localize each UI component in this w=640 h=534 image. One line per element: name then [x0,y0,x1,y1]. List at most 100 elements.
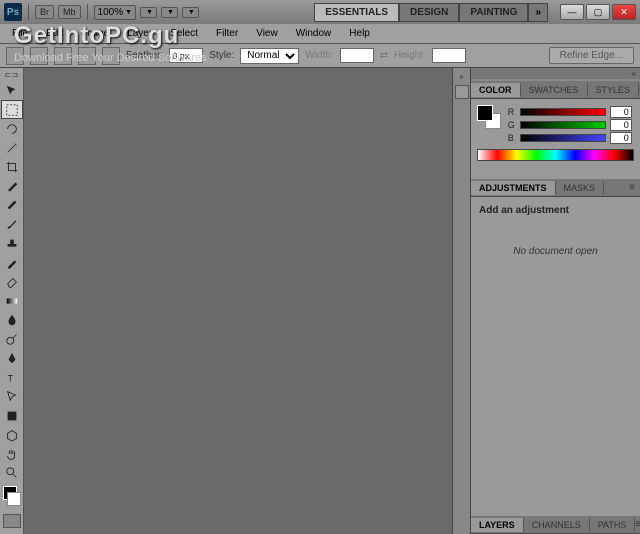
blur-tool-icon[interactable] [1,310,23,329]
move-tool-icon[interactable] [1,81,23,100]
shape-tool-icon[interactable] [1,406,23,425]
menu-bar: File Edit Image Layer Select Filter View… [0,24,640,44]
b-input[interactable] [610,132,632,144]
b-slider[interactable] [520,134,606,142]
arrange-dropdown[interactable]: ▼ [161,7,178,18]
width-input [340,48,374,63]
adjustments-panel: Add an adjustment No document open [471,197,640,516]
tab-adjustments[interactable]: ADJUSTMENTS [471,181,556,195]
collapsed-panel-strip: » [452,68,470,534]
strip-expand-icon[interactable]: » [459,72,463,81]
dodge-tool-icon[interactable] [1,330,23,349]
adjustments-title: Add an adjustment [479,205,632,216]
type-tool-icon[interactable]: T [1,368,23,387]
quickmask-icon[interactable] [3,514,21,527]
hand-tool-dropdown[interactable]: ▼ [140,7,157,18]
menu-layer[interactable]: Layer [119,26,160,41]
close-button[interactable]: ✕ [612,4,636,20]
g-slider[interactable] [520,121,606,129]
lasso-tool-icon[interactable] [1,119,23,138]
fg-color-swatch[interactable] [477,105,493,121]
minimize-button[interactable]: — [560,4,584,20]
wand-tool-icon[interactable] [1,138,23,157]
menu-filter[interactable]: Filter [208,26,246,41]
path-tool-icon[interactable] [1,387,23,406]
zoom-dropdown[interactable]: 100%▼ [94,5,137,20]
eyedropper-tool-icon[interactable] [1,177,23,196]
feather-input[interactable] [169,48,203,63]
heal-tool-icon[interactable] [1,196,23,215]
options-bar: Feather: Style: Normal Width: ⇄ Height: … [0,44,640,68]
menu-image[interactable]: Image [73,26,117,41]
layers-panel-header: LAYERS CHANNELS PATHS ≡ [471,516,640,534]
color-panel-header: COLOR SWATCHES STYLES ≡ [471,81,640,99]
bridge-button[interactable]: Br [35,5,54,19]
r-label: R [508,107,516,117]
selection-new-icon[interactable] [30,47,48,65]
pen-tool-icon[interactable] [1,349,23,368]
style-select[interactable]: Normal [240,48,299,64]
g-label: G [508,120,516,130]
selection-intersect-icon[interactable] [102,47,120,65]
minibridge-button[interactable]: Mb [58,5,81,19]
layers-panel-menu-icon[interactable]: ≡ [635,519,640,530]
tab-color[interactable]: COLOR [471,83,521,97]
workspace-tab-essentials[interactable]: ESSENTIALS [314,3,399,22]
refine-edge-button[interactable]: Refine Edge... [549,47,634,64]
g-input[interactable] [610,119,632,131]
history-panel-icon[interactable] [455,85,469,99]
workspace-tabs: ESSENTIALS DESIGN PAINTING » [314,3,548,22]
tool-preset-icon[interactable] [6,47,24,65]
tab-swatches[interactable]: SWATCHES [521,83,588,97]
selection-subtract-icon[interactable] [78,47,96,65]
background-swatch[interactable] [7,492,21,506]
height-label: Height: [394,50,426,61]
3d-tool-icon[interactable] [1,425,23,444]
tab-paths[interactable]: PATHS [590,518,636,532]
workspace-more-button[interactable]: » [528,3,548,22]
toolbox-collapse-icon[interactable]: ⊏⊐ [0,70,23,79]
menu-edit[interactable]: Edit [38,26,71,41]
workspace-tab-design[interactable]: DESIGN [399,3,459,22]
width-label: Width: [305,50,333,61]
brush-tool-icon[interactable] [1,215,23,234]
zoom-value: 100% [98,7,124,18]
eraser-tool-icon[interactable] [1,272,23,291]
r-input[interactable] [610,106,632,118]
history-brush-tool-icon[interactable] [1,253,23,272]
tab-layers[interactable]: LAYERS [471,518,524,532]
hand-tool-icon[interactable] [1,444,23,463]
menu-select[interactable]: Select [162,26,206,41]
menu-help[interactable]: Help [341,26,378,41]
adjustments-panel-menu-icon[interactable]: ≡ [624,182,640,193]
color-fgbg-swatch[interactable] [477,105,501,129]
tab-styles[interactable]: STYLES [588,83,640,97]
tab-channels[interactable]: CHANNELS [524,518,590,532]
swap-icon: ⇄ [380,50,388,61]
workspace-tab-painting[interactable]: PAINTING [459,3,528,22]
r-slider[interactable] [520,108,606,116]
spectrum-bar[interactable] [477,149,634,161]
color-panel: R G B [471,99,640,179]
gradient-tool-icon[interactable] [1,291,23,310]
title-bar: Ps Br Mb 100%▼ ▼ ▼ ▼ ESSENTIALS DESIGN P… [0,0,640,24]
menu-file[interactable]: File [4,26,36,41]
menu-window[interactable]: Window [288,26,340,41]
menu-view[interactable]: View [248,26,286,41]
tab-masks[interactable]: MASKS [556,181,605,195]
zoom-tool-icon[interactable] [1,463,23,482]
toolbox: ⊏⊐ T [0,68,24,534]
panel-collapse-icon[interactable]: « [471,68,640,79]
adjustments-panel-header: ADJUSTMENTS MASKS ≡ [471,179,640,197]
stamp-tool-icon[interactable] [1,234,23,253]
panel-dock: « COLOR SWATCHES STYLES ≡ R G B ADJUSTME… [470,68,640,534]
color-swatch-tool[interactable] [3,486,21,506]
canvas-area [24,68,452,534]
marquee-tool-icon[interactable] [1,100,23,119]
height-input [432,48,466,63]
screen-mode-dropdown[interactable]: ▼ [182,7,199,18]
maximize-button[interactable]: ▢ [586,4,610,20]
selection-add-icon[interactable] [54,47,72,65]
style-label: Style: [209,50,234,61]
crop-tool-icon[interactable] [1,158,23,177]
